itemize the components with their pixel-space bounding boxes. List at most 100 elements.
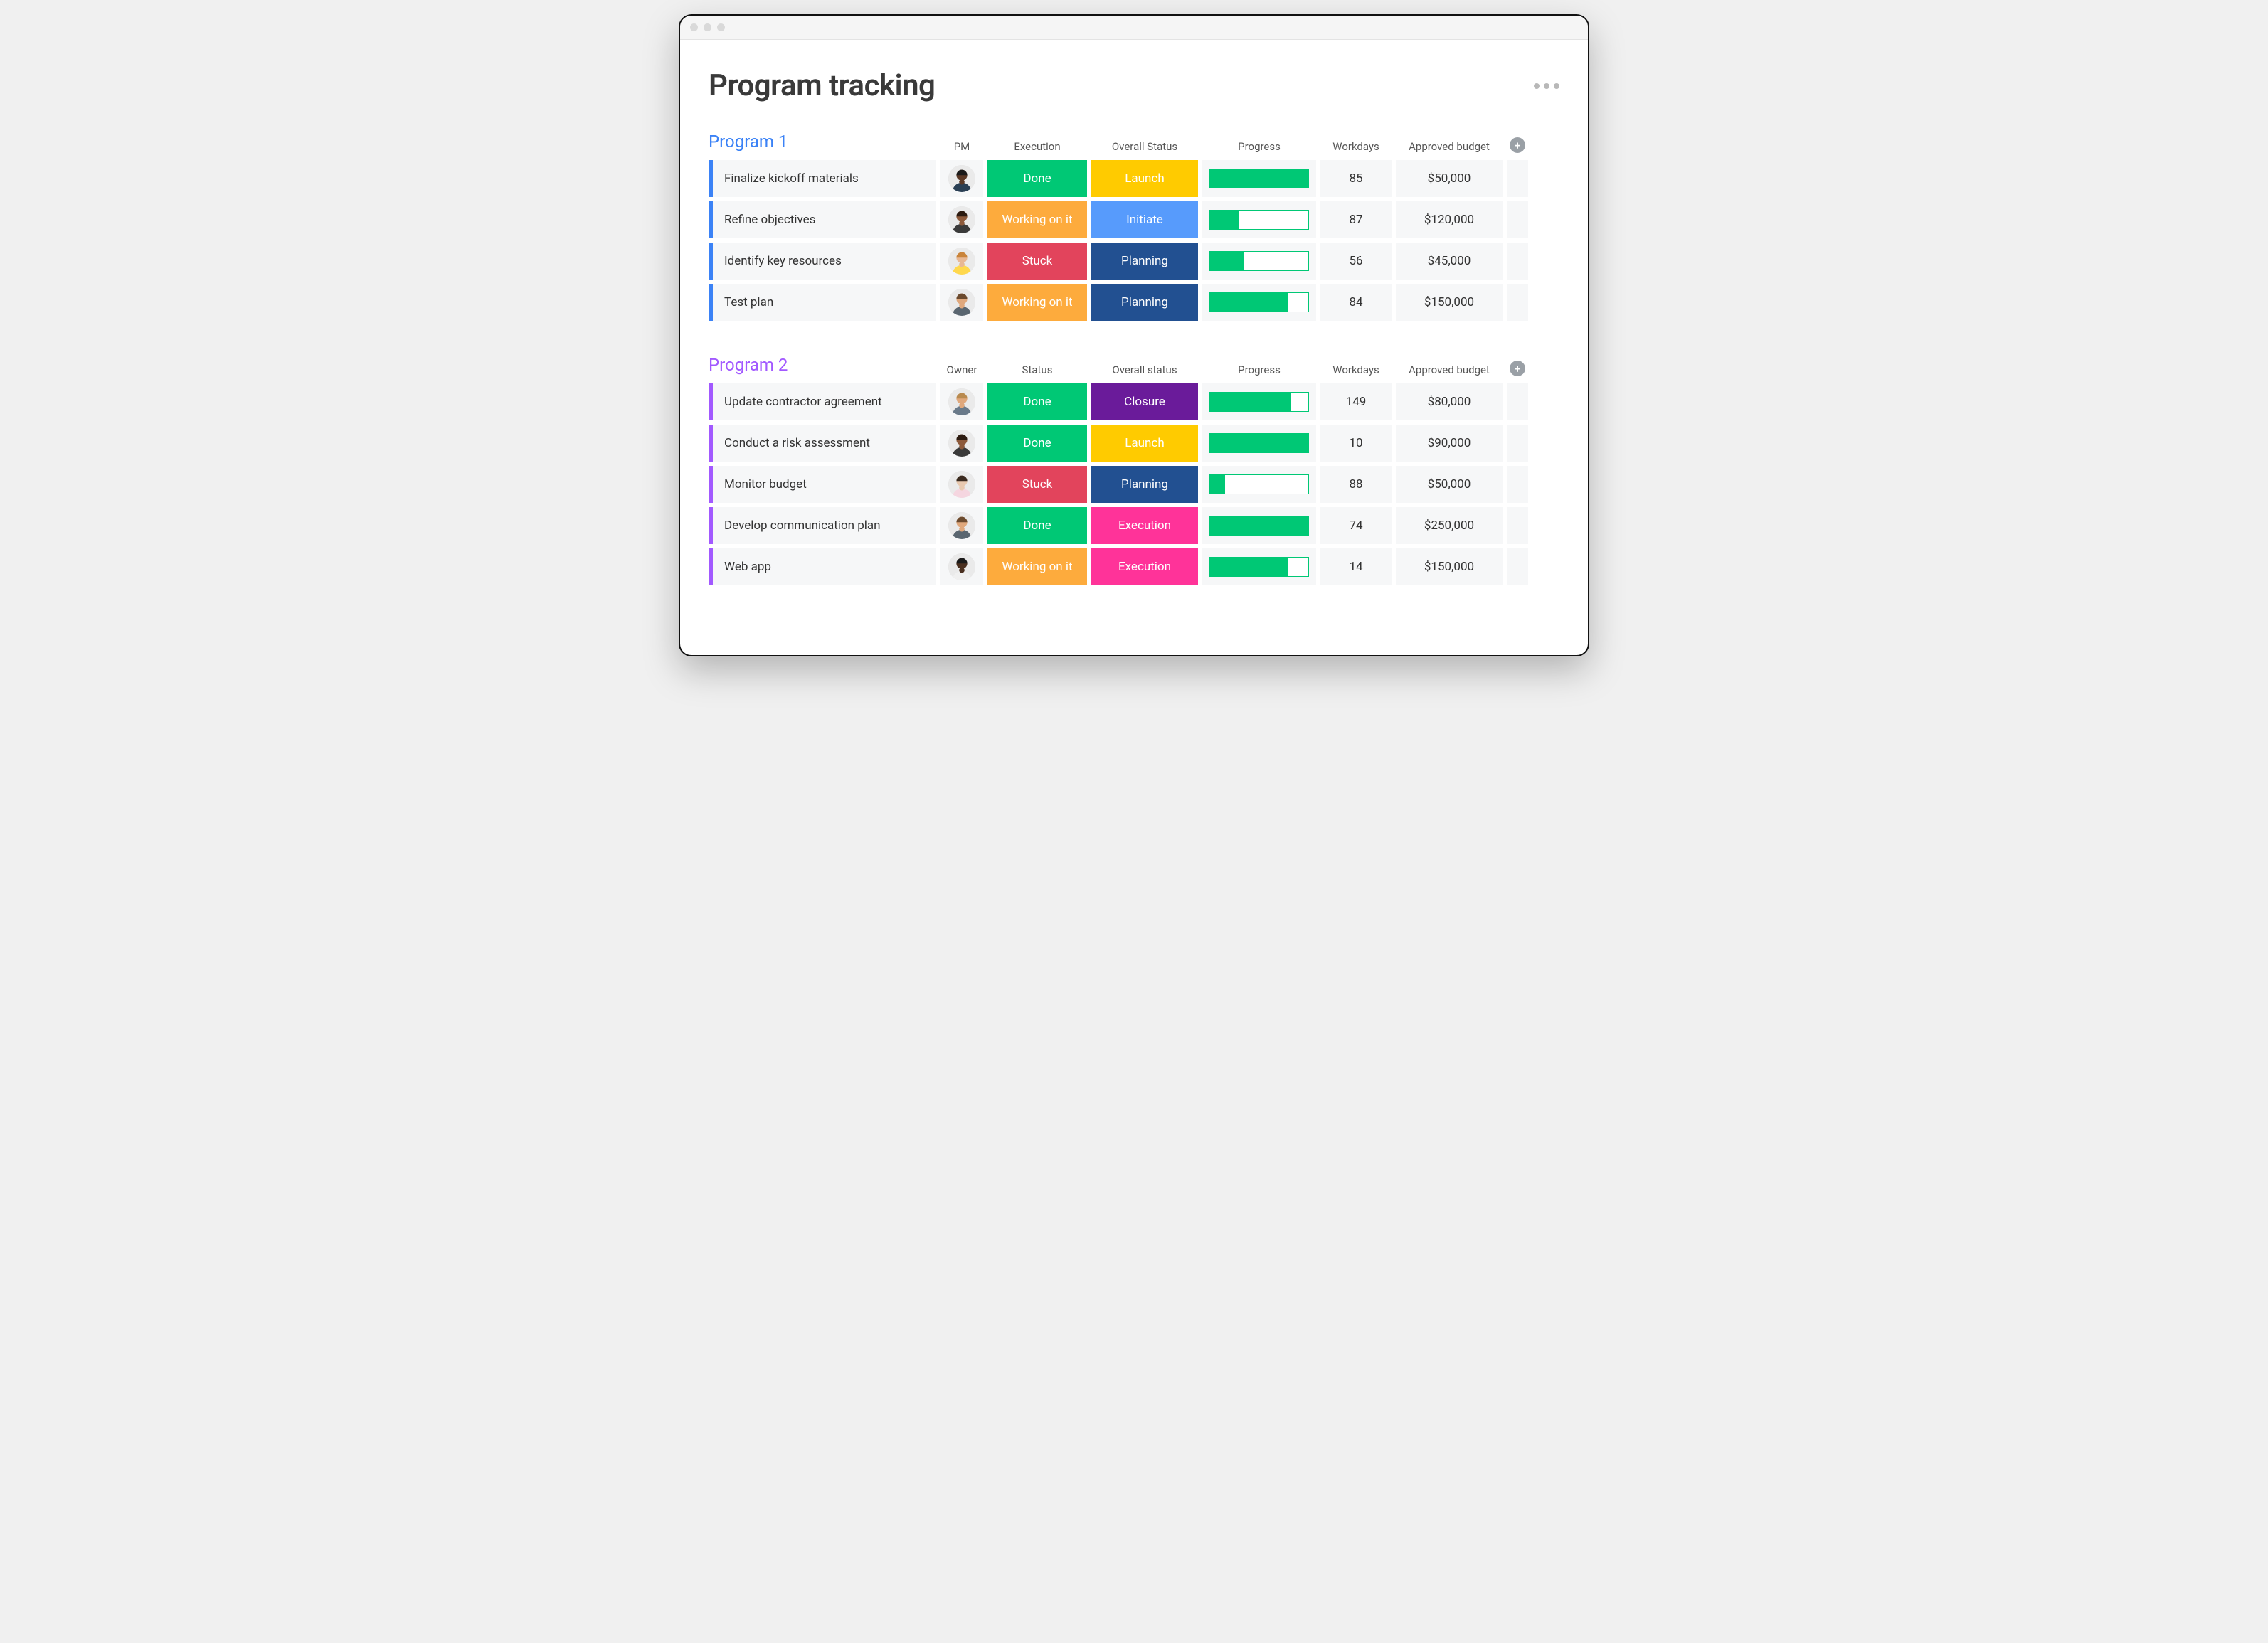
avatar — [948, 206, 975, 233]
overall-status-cell[interactable]: Planning — [1091, 284, 1198, 321]
progress-cell[interactable] — [1202, 507, 1316, 544]
avatar — [948, 165, 975, 192]
add-column-button[interactable]: + — [1510, 137, 1525, 153]
budget-cell[interactable]: $50,000 — [1396, 466, 1503, 503]
table-row[interactable]: Monitor budget StuckPlanning 88$50,000 — [709, 466, 1559, 503]
progress-cell[interactable] — [1202, 466, 1316, 503]
workdays-cell[interactable]: 56 — [1320, 243, 1392, 280]
owner-cell[interactable] — [940, 160, 983, 197]
column-header[interactable]: Owner — [940, 363, 983, 376]
table-row[interactable]: Develop communication plan DoneExecution… — [709, 507, 1559, 544]
owner-cell[interactable] — [940, 243, 983, 280]
group-title[interactable]: Program 1 — [709, 132, 936, 153]
task-name-cell[interactable]: Test plan — [709, 284, 936, 321]
owner-cell[interactable] — [940, 507, 983, 544]
table-row[interactable]: Finalize kickoff materials DoneLaunch 85$… — [709, 160, 1559, 197]
workdays-cell[interactable]: 10 — [1320, 425, 1392, 462]
table-row[interactable]: Update contractor agreement DoneClosure 1… — [709, 383, 1559, 420]
budget-cell[interactable]: $80,000 — [1396, 383, 1503, 420]
task-name-cell[interactable]: Finalize kickoff materials — [709, 160, 936, 197]
execution-status-cell[interactable]: Done — [987, 425, 1087, 462]
column-header[interactable]: Overall status — [1091, 363, 1198, 376]
overall-status-cell[interactable]: Execution — [1091, 507, 1198, 544]
table-row[interactable]: Web app Working on itExecution 14$150,000 — [709, 548, 1559, 585]
overall-status-cell[interactable]: Launch — [1091, 160, 1198, 197]
workdays-cell[interactable]: 149 — [1320, 383, 1392, 420]
progress-bar — [1209, 557, 1309, 577]
progress-cell[interactable] — [1202, 243, 1316, 280]
budget-cell[interactable]: $45,000 — [1396, 243, 1503, 280]
overall-status-cell[interactable]: Execution — [1091, 548, 1198, 585]
trailing-cell — [1507, 160, 1528, 197]
table-row[interactable]: Conduct a risk assessment DoneLaunch 10$9… — [709, 425, 1559, 462]
owner-cell[interactable] — [940, 466, 983, 503]
execution-status-cell[interactable]: Stuck — [987, 466, 1087, 503]
window-control-close[interactable] — [690, 23, 698, 31]
workdays-cell[interactable]: 84 — [1320, 284, 1392, 321]
column-header[interactable]: PM — [940, 140, 983, 153]
table-row[interactable]: Refine objectives Working on itInitiate 8… — [709, 201, 1559, 238]
progress-cell[interactable] — [1202, 383, 1316, 420]
progress-cell[interactable] — [1202, 425, 1316, 462]
overall-status-cell[interactable]: Initiate — [1091, 201, 1198, 238]
workdays-cell[interactable]: 85 — [1320, 160, 1392, 197]
task-name-cell[interactable]: Develop communication plan — [709, 507, 936, 544]
column-header[interactable]: Approved budget — [1396, 140, 1503, 153]
progress-cell[interactable] — [1202, 201, 1316, 238]
group: Program 2 Owner Status Overall status Progre… — [709, 355, 1559, 585]
progress-cell[interactable] — [1202, 284, 1316, 321]
execution-status-cell[interactable]: Stuck — [987, 243, 1087, 280]
budget-cell[interactable]: $250,000 — [1396, 507, 1503, 544]
task-name-cell[interactable]: Identify key resources — [709, 243, 936, 280]
task-name-cell[interactable]: Monitor budget — [709, 466, 936, 503]
execution-status-cell[interactable]: Working on it — [987, 284, 1087, 321]
overall-status-cell[interactable]: Planning — [1091, 243, 1198, 280]
window-control-maximize[interactable] — [717, 23, 725, 31]
workdays-cell[interactable]: 88 — [1320, 466, 1392, 503]
column-header[interactable]: Execution — [987, 140, 1087, 153]
workdays-cell[interactable]: 14 — [1320, 548, 1392, 585]
budget-cell[interactable]: $90,000 — [1396, 425, 1503, 462]
window-control-minimize[interactable] — [704, 23, 711, 31]
add-column-button[interactable]: + — [1510, 361, 1525, 376]
column-header[interactable]: Workdays — [1320, 363, 1392, 376]
column-header[interactable]: Progress — [1202, 140, 1316, 153]
column-header[interactable]: Workdays — [1320, 140, 1392, 153]
budget-cell[interactable]: $120,000 — [1396, 201, 1503, 238]
owner-cell[interactable] — [940, 284, 983, 321]
execution-status-cell[interactable]: Done — [987, 160, 1087, 197]
overall-status-cell[interactable]: Launch — [1091, 425, 1198, 462]
table-row[interactable]: Identify key resources StuckPlanning 56$4… — [709, 243, 1559, 280]
workdays-cell[interactable]: 74 — [1320, 507, 1392, 544]
workdays-cell[interactable]: 87 — [1320, 201, 1392, 238]
progress-cell[interactable] — [1202, 548, 1316, 585]
owner-cell[interactable] — [940, 383, 983, 420]
execution-status-cell[interactable]: Done — [987, 383, 1087, 420]
task-name-cell[interactable]: Conduct a risk assessment — [709, 425, 936, 462]
column-header[interactable]: Status — [987, 363, 1087, 376]
budget-cell[interactable]: $150,000 — [1396, 548, 1503, 585]
table-row[interactable]: Test plan Working on itPlanning 84$150,00… — [709, 284, 1559, 321]
column-header[interactable]: Approved budget — [1396, 363, 1503, 376]
task-name-cell[interactable]: Update contractor agreement — [709, 383, 936, 420]
progress-fill — [1210, 211, 1239, 229]
execution-status-cell[interactable]: Working on it — [987, 548, 1087, 585]
execution-status-cell[interactable]: Working on it — [987, 201, 1087, 238]
budget-cell[interactable]: $150,000 — [1396, 284, 1503, 321]
task-name-cell[interactable]: Refine objectives — [709, 201, 936, 238]
column-header[interactable]: Overall Status — [1091, 140, 1198, 153]
progress-cell[interactable] — [1202, 160, 1316, 197]
column-header[interactable]: Progress — [1202, 363, 1316, 376]
overall-status-cell[interactable]: Planning — [1091, 466, 1198, 503]
progress-fill — [1210, 393, 1291, 411]
owner-cell[interactable] — [940, 201, 983, 238]
budget-cell[interactable]: $50,000 — [1396, 160, 1503, 197]
execution-status-cell[interactable]: Done — [987, 507, 1087, 544]
group-title[interactable]: Program 2 — [709, 355, 936, 376]
progress-fill — [1210, 558, 1288, 576]
overall-status-cell[interactable]: Closure — [1091, 383, 1198, 420]
task-name-cell[interactable]: Web app — [709, 548, 936, 585]
owner-cell[interactable] — [940, 425, 983, 462]
more-options-button[interactable] — [1534, 83, 1559, 89]
owner-cell[interactable] — [940, 548, 983, 585]
